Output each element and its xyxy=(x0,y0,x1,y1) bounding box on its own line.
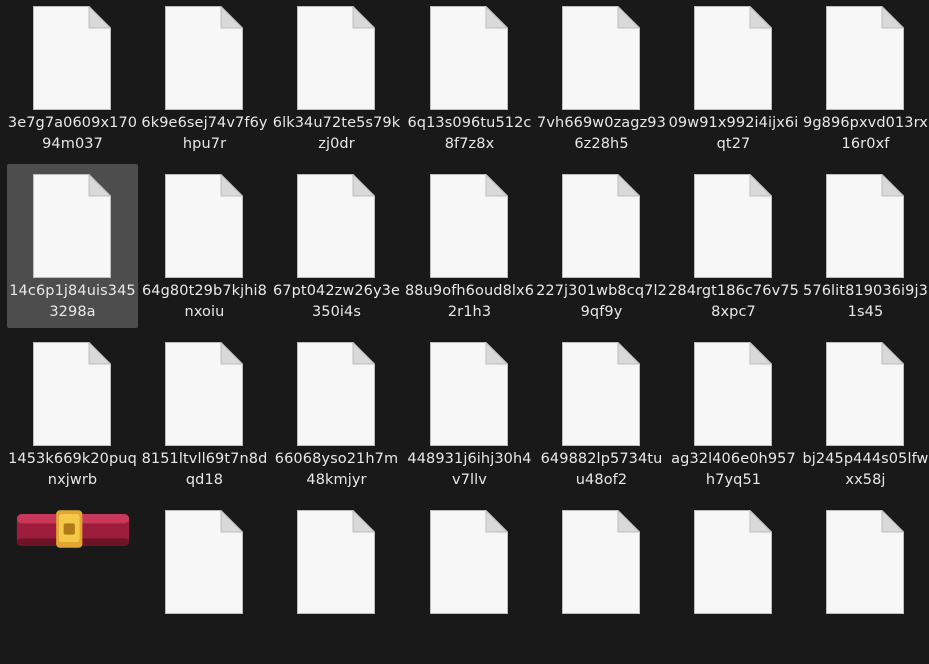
file-icon xyxy=(562,342,640,446)
file-name-label: ag32l406e0h957h7yq51 xyxy=(671,451,796,488)
file-icon xyxy=(826,342,904,446)
file-name-label: 8151ltvll69t7n8dqd18 xyxy=(141,451,268,488)
file-name-label: 09w91x992i4ijx6iqt27 xyxy=(668,115,799,152)
file-icon xyxy=(694,174,772,278)
file-icon xyxy=(694,510,772,614)
file-name-label: 284rgt186c76v758xpc7 xyxy=(668,283,799,320)
file-icon xyxy=(694,6,772,110)
file-grid: 3e7g7a0609x17094m037 6k9e6sej74v7f6yhpu7r… xyxy=(7,0,929,614)
file-icon xyxy=(430,342,508,446)
archive-icon xyxy=(16,510,130,548)
file-item[interactable]: 576lit819036i9j31s45 xyxy=(800,164,929,328)
file-name-label: 448931j6ihj30h4v7llv xyxy=(407,451,532,488)
file-icon xyxy=(33,6,111,110)
file-item[interactable] xyxy=(139,500,270,664)
file-name-label: 3e7g7a0609x17094m037 xyxy=(7,115,138,152)
file-item[interactable]: 67pt042zw26y3e350i4s xyxy=(271,164,402,328)
file-item[interactable]: 6lk34u72te5s79kzj0dr xyxy=(271,0,402,160)
file-item[interactable] xyxy=(404,500,535,664)
file-icon xyxy=(826,6,904,110)
file-icon xyxy=(562,510,640,614)
file-icon xyxy=(297,342,375,446)
file-icon xyxy=(430,6,508,110)
file-icon xyxy=(562,174,640,278)
file-name-label: 6q13s096tu512c8f7z8x xyxy=(407,115,532,152)
file-icon xyxy=(165,510,243,614)
file-item[interactable]: 6q13s096tu512c8f7z8x xyxy=(404,0,535,160)
file-icon xyxy=(297,174,375,278)
file-icon xyxy=(33,174,111,278)
archive-file-item[interactable] xyxy=(7,500,138,664)
file-name-label: 67pt042zw26y3e350i4s xyxy=(272,283,401,320)
file-item[interactable] xyxy=(800,500,929,664)
file-icon xyxy=(826,174,904,278)
file-item[interactable]: 3e7g7a0609x17094m037 xyxy=(7,0,138,160)
file-name-label: 1453k669k20puqnxjwrb xyxy=(8,451,137,488)
file-name-label: 7vh669w0zagz936z28h5 xyxy=(537,115,666,152)
file-item[interactable]: 227j301wb8cq7l29qf9y xyxy=(536,164,667,328)
file-item[interactable]: 88u9ofh6oud8lx62r1h3 xyxy=(404,164,535,328)
file-name-label: bj245p444s05lfwxx58j xyxy=(802,451,929,488)
file-name-label: 227j301wb8cq7l29qf9y xyxy=(536,283,667,320)
file-icon xyxy=(165,6,243,110)
file-item[interactable] xyxy=(668,500,799,664)
file-name-label: 66068yso21h7m48kmjyr xyxy=(274,451,399,488)
file-icon xyxy=(694,342,772,446)
file-item[interactable]: 14c6p1j84uis3453298a xyxy=(7,164,138,328)
file-icon xyxy=(33,342,111,446)
file-name-label: 649882lp5734tuu48of2 xyxy=(540,451,663,488)
file-item[interactable]: 66068yso21h7m48kmjyr xyxy=(271,332,402,496)
file-name-label: 9g896pxvd013rx16r0xf xyxy=(803,115,928,152)
file-icon xyxy=(826,510,904,614)
file-icon xyxy=(165,342,243,446)
file-name-label: 6k9e6sej74v7f6yhpu7r xyxy=(141,115,268,152)
file-item[interactable] xyxy=(271,500,402,664)
file-item[interactable]: bj245p444s05lfwxx58j xyxy=(800,332,929,496)
file-item[interactable]: 8151ltvll69t7n8dqd18 xyxy=(139,332,270,496)
file-name-label: 14c6p1j84uis3453298a xyxy=(9,283,136,320)
file-name-label: 6lk34u72te5s79kzj0dr xyxy=(272,115,401,152)
file-item[interactable]: 64g80t29b7kjhi8nxoiu xyxy=(139,164,270,328)
file-icon xyxy=(165,174,243,278)
file-name-label: 576lit819036i9j31s45 xyxy=(803,283,928,320)
file-icon xyxy=(430,174,508,278)
file-item[interactable]: 9g896pxvd013rx16r0xf xyxy=(800,0,929,160)
file-icon xyxy=(297,6,375,110)
file-icon xyxy=(430,510,508,614)
file-item[interactable]: 1453k669k20puqnxjwrb xyxy=(7,332,138,496)
file-name-label: 88u9ofh6oud8lx62r1h3 xyxy=(404,283,535,320)
file-icon xyxy=(297,510,375,614)
file-name-label: 64g80t29b7kjhi8nxoiu xyxy=(141,283,268,320)
file-item[interactable]: 09w91x992i4ijx6iqt27 xyxy=(668,0,799,160)
file-item[interactable] xyxy=(536,500,667,664)
file-icon xyxy=(562,6,640,110)
file-item[interactable]: ag32l406e0h957h7yq51 xyxy=(668,332,799,496)
file-item[interactable]: 284rgt186c76v758xpc7 xyxy=(668,164,799,328)
file-item[interactable]: 7vh669w0zagz936z28h5 xyxy=(536,0,667,160)
file-item[interactable]: 448931j6ihj30h4v7llv xyxy=(404,332,535,496)
file-item[interactable]: 649882lp5734tuu48of2 xyxy=(536,332,667,496)
file-item[interactable]: 6k9e6sej74v7f6yhpu7r xyxy=(139,0,270,160)
